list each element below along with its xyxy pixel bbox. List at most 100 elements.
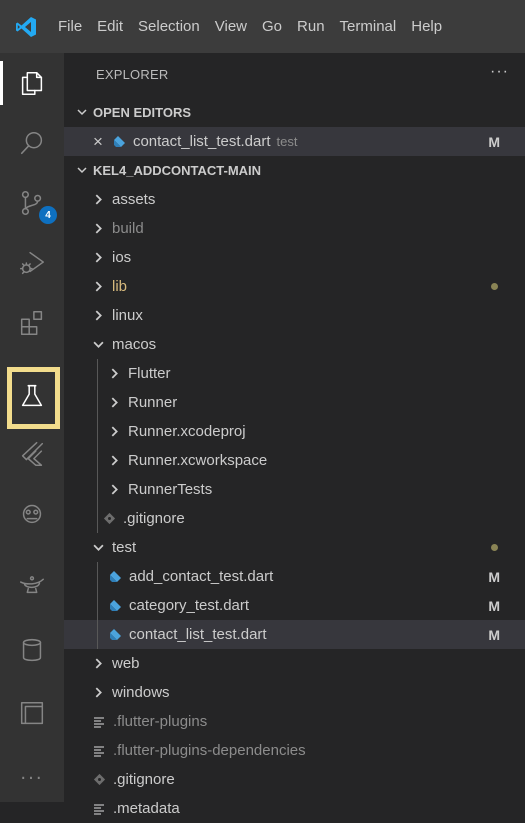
menu-view[interactable]: View	[215, 18, 247, 35]
close-icon[interactable]: ×	[93, 132, 103, 152]
panel-icon[interactable]	[0, 683, 64, 743]
git-status-badge: M	[488, 626, 500, 643]
chevron-right-icon	[108, 368, 120, 379]
tree-file-item[interactable]: contact_list_test.dart M	[64, 620, 525, 649]
chevron-right-icon	[92, 687, 104, 698]
tree-folder-item[interactable]: Runner.xcworkspace	[64, 446, 525, 475]
tree-item-label: lib	[112, 278, 128, 295]
tree-folder-item[interactable]: test	[64, 533, 525, 562]
menu-terminal[interactable]: Terminal	[340, 18, 397, 35]
tree-folder-item[interactable]: web	[64, 649, 525, 678]
tree-folder-item[interactable]: assets	[64, 185, 525, 214]
indent-guide	[97, 359, 98, 533]
run-debug-icon[interactable]	[0, 233, 64, 293]
open-editor-name: contact_list_test.dart	[132, 133, 271, 150]
dart-file-icon	[108, 570, 122, 584]
menu-run[interactable]: Run	[297, 18, 325, 35]
menu-edit[interactable]: Edit	[97, 18, 123, 35]
tree-item-label: RunnerTests	[128, 481, 213, 498]
explorer-sidebar: EXPLORER ··· OPEN EDITORS × contact_list…	[64, 53, 525, 817]
copilot-icon[interactable]	[0, 483, 64, 543]
tree-item-label: .gitignore	[113, 771, 175, 788]
tree-file-item[interactable]: .flutter-plugins	[64, 707, 525, 736]
chevron-right-icon	[108, 397, 120, 408]
chevron-right-icon	[92, 658, 104, 669]
tree-item-label: build	[112, 220, 144, 237]
dart-file-icon	[108, 599, 122, 613]
tree-folder-item[interactable]: windows	[64, 678, 525, 707]
explorer-icon[interactable]	[0, 53, 64, 113]
tree-file-item[interactable]: .flutter-plugins-dependencies	[64, 736, 525, 765]
open-editors-header[interactable]: OPEN EDITORS	[64, 98, 525, 127]
git-file-icon	[102, 512, 116, 526]
tree-folder-item[interactable]: Runner.xcodeproj	[64, 417, 525, 446]
tree-folder-item[interactable]: RunnerTests	[64, 475, 525, 504]
more-icon[interactable]: ...	[0, 743, 64, 803]
chevron-right-icon	[92, 281, 104, 292]
open-editors-title: OPEN EDITORS	[93, 105, 192, 120]
text-file-icon	[92, 802, 106, 816]
vscode-logo-icon	[0, 0, 52, 53]
tree-file-item[interactable]: .gitignore	[64, 765, 525, 794]
tree-item-label: .flutter-plugins	[113, 713, 208, 730]
folder-header[interactable]: KEL4_ADDCONTACT-MAIN	[64, 156, 525, 185]
tree-folder-item[interactable]: Flutter	[64, 359, 525, 388]
git-status-badge: M	[488, 568, 500, 585]
testing-icon[interactable]	[0, 366, 64, 429]
tree-folder-item[interactable]: linux	[64, 301, 525, 330]
menu-go[interactable]: Go	[262, 18, 282, 35]
tree-item-label: Runner.xcodeproj	[128, 423, 246, 440]
tree-folder-item[interactable]: Runner	[64, 388, 525, 417]
menu-selection[interactable]: Selection	[138, 18, 200, 35]
chevron-right-icon	[92, 223, 104, 234]
tree-item-label: .gitignore	[123, 510, 185, 527]
menu-bar: File Edit Selection View Go Run Terminal…	[0, 0, 525, 53]
genie-lamp-icon[interactable]	[0, 553, 64, 613]
git-status-badge: M	[488, 597, 500, 614]
tree-item-label: macos	[112, 336, 157, 353]
text-file-icon	[92, 715, 106, 729]
text-file-icon	[92, 744, 106, 758]
indent-guide	[97, 562, 98, 649]
chevron-down-icon	[77, 105, 87, 120]
tree-folder-item[interactable]: lib	[64, 272, 525, 301]
tree-item-label: Flutter	[128, 365, 171, 382]
tree-file-item[interactable]: .metadata	[64, 794, 525, 823]
tree-folder-item[interactable]: macos	[64, 330, 525, 359]
modified-dot-icon	[491, 283, 498, 290]
source-control-badge: 4	[39, 206, 57, 224]
chevron-right-icon	[108, 455, 120, 466]
search-icon[interactable]	[0, 113, 64, 173]
menu-help[interactable]: Help	[411, 18, 442, 35]
dart-file-icon	[108, 628, 122, 642]
tree-folder-item[interactable]: build	[64, 214, 525, 243]
activity-bar: 4 ...	[0, 53, 64, 802]
tree-item-label: contact_list_test.dart	[129, 626, 267, 643]
database-icon[interactable]	[0, 620, 64, 680]
modified-dot-icon	[491, 544, 498, 551]
chevron-right-icon	[108, 484, 120, 495]
tree-item-label: ios	[112, 249, 132, 266]
testing-highlight-box	[7, 367, 60, 429]
explorer-more-button[interactable]: ···	[490, 63, 509, 81]
tree-item-label: assets	[112, 191, 156, 208]
tree-item-label: .flutter-plugins-dependencies	[113, 742, 306, 759]
open-editor-item[interactable]: × contact_list_test.dart test M	[64, 127, 525, 156]
tree-file-item[interactable]: category_test.dart M	[64, 591, 525, 620]
tree-file-item[interactable]: add_contact_test.dart M	[64, 562, 525, 591]
open-editor-desc: test	[276, 134, 298, 149]
tree-item-label: .metadata	[113, 800, 180, 817]
tree-file-item[interactable]: .gitignore	[64, 504, 525, 533]
chevron-right-icon	[92, 194, 104, 205]
git-file-icon	[92, 773, 106, 787]
explorer-title: EXPLORER	[96, 67, 169, 82]
chevron-down-icon	[92, 339, 104, 350]
flutter-icon[interactable]	[0, 423, 64, 483]
extensions-icon[interactable]	[0, 293, 64, 353]
tree-item-label: web	[112, 655, 140, 672]
git-status-badge: M	[488, 133, 500, 150]
source-control-icon[interactable]: 4	[0, 173, 64, 233]
tree-folder-item[interactable]: ios	[64, 243, 525, 272]
tree-item-label: Runner	[128, 394, 178, 411]
menu-file[interactable]: File	[58, 18, 82, 35]
